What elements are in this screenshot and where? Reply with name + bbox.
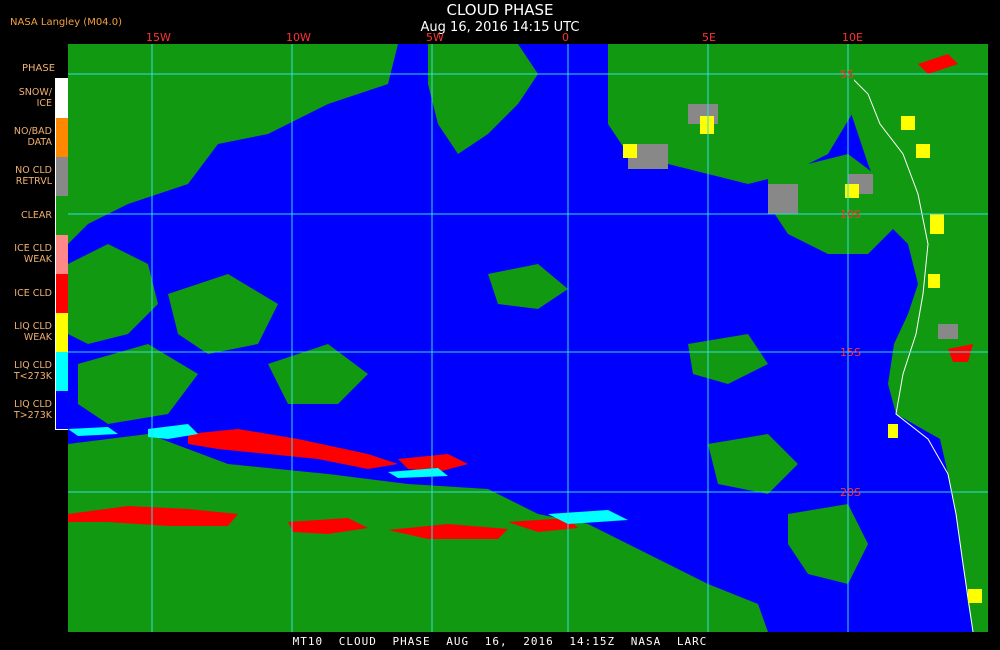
legend-label: SNOW/ ICE [18, 87, 52, 109]
legend-label: ICE CLD [14, 288, 52, 299]
lon-label: 5E [702, 31, 716, 44]
lon-label: 5W [426, 31, 444, 44]
legend-label: LIQ CLD WEAK [14, 321, 52, 343]
lat-label: 15S [840, 346, 861, 359]
lon-label: 15W [146, 31, 171, 44]
map-title: CLOUD PHASE [446, 1, 554, 19]
lon-label: 0 [562, 31, 569, 44]
legend-label: CLEAR [20, 210, 52, 221]
lat-label: 10S [840, 208, 861, 221]
footer-caption: MT10 CLOUD PHASE AUG 16, 2016 14:15Z NAS… [292, 635, 708, 648]
lat-label: 5S [840, 68, 854, 81]
legend-title: PHASE [22, 63, 56, 74]
legend-label: LIQ CLD T<273K [13, 360, 52, 382]
lon-label: 10W [286, 31, 311, 44]
cloud-phase-map: 15W 10W 5W 0 5E 10E 5S 10S 15S 20S [68, 31, 988, 633]
legend-label: ICE CLD WEAK [14, 243, 52, 265]
legend-label: NO CLD RETRVL [15, 165, 52, 187]
legend-label: LIQ CLD T>273K [13, 399, 52, 421]
legend-label: NO/BAD DATA [13, 126, 52, 148]
lon-label: 10E [842, 31, 863, 44]
lat-label: 20S [840, 486, 861, 499]
provider-label: NASA Langley (M04.0) [10, 17, 122, 28]
